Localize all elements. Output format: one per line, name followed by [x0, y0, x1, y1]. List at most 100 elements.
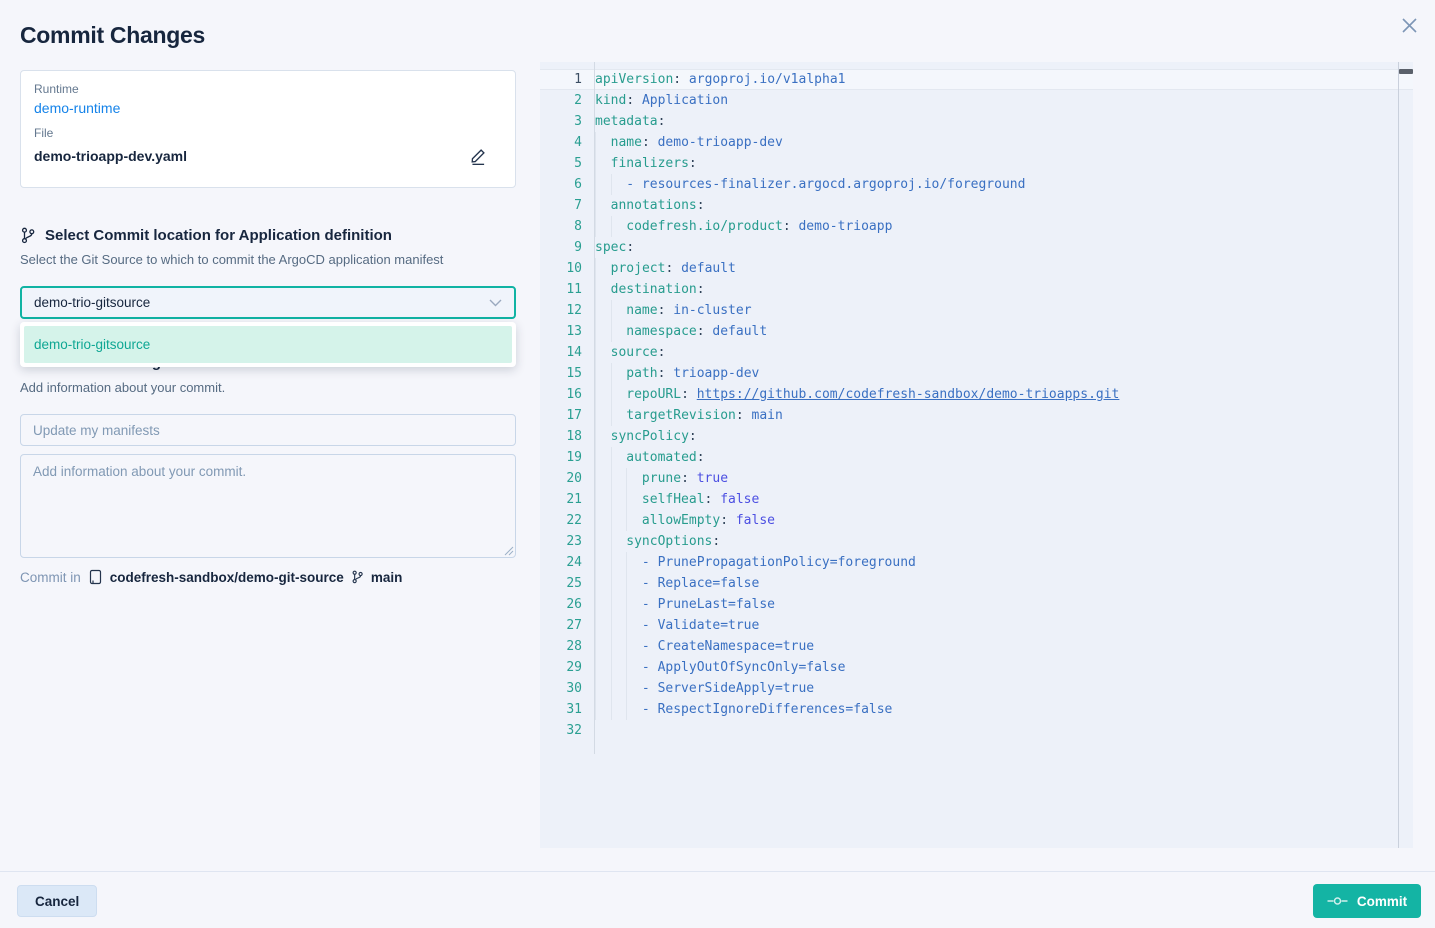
code-line[interactable]: 8codefresh.io/product: demo-trioapp	[540, 216, 1413, 237]
commit-button[interactable]: Commit	[1313, 884, 1421, 918]
code-line[interactable]: 6- resources-finalizer.argocd.argoproj.i…	[540, 174, 1413, 195]
indent-guide	[626, 636, 642, 657]
indent-guide	[626, 573, 642, 594]
indent-guide	[626, 510, 642, 531]
line-number: 31	[540, 699, 594, 720]
indent-guide	[626, 594, 642, 615]
code-line[interactable]: 20prune: true	[540, 468, 1413, 489]
line-number: 7	[540, 195, 594, 216]
code-line[interactable]: 25- Replace=false	[540, 573, 1413, 594]
commit-branch-name: main	[371, 570, 403, 585]
indent-guide	[595, 384, 611, 405]
code-line[interactable]: 18syncPolicy:	[540, 426, 1413, 447]
file-name: demo-trioapp-dev.yaml	[34, 148, 187, 164]
indent-guide	[595, 363, 611, 384]
code-lines: 1apiVersion: argoproj.io/v1alpha12kind: …	[540, 62, 1413, 741]
line-number: 8	[540, 216, 594, 237]
line-number: 25	[540, 573, 594, 594]
code-token: in-cluster	[665, 303, 751, 318]
gitsource-select[interactable]: demo-trio-gitsource	[20, 286, 516, 319]
indent-guide	[595, 573, 611, 594]
code-line[interactable]: 24- PrunePropagationPolicy=foreground	[540, 552, 1413, 573]
code-line[interactable]: 12name: in-cluster	[540, 300, 1413, 321]
yaml-editor[interactable]: 1apiVersion: argoproj.io/v1alpha12kind: …	[540, 62, 1413, 848]
indent-guide	[611, 699, 627, 720]
code-line[interactable]: 7annotations:	[540, 195, 1413, 216]
commit-target-row: Commit in codefresh-sandbox/demo-git-sou…	[20, 569, 402, 585]
indent-guide	[611, 321, 627, 342]
code-link[interactable]: https://github.com/codefresh-sandbox/dem…	[697, 387, 1120, 402]
code-line[interactable]: 3metadata:	[540, 111, 1413, 132]
code-line[interactable]: 27- Validate=true	[540, 615, 1413, 636]
code-line[interactable]: 10project: default	[540, 258, 1413, 279]
code-line[interactable]: 15path: trioapp-dev	[540, 363, 1413, 384]
code-line[interactable]: 21selfHeal: false	[540, 489, 1413, 510]
code-token: - ApplyOutOfSyncOnly=false	[642, 660, 846, 675]
edit-file-icon[interactable]	[468, 146, 488, 166]
code-line[interactable]: 29- ApplyOutOfSyncOnly=false	[540, 657, 1413, 678]
line-number: 9	[540, 237, 594, 258]
code-token: :	[697, 450, 705, 465]
code-line[interactable]: 4name: demo-trioapp-dev	[540, 132, 1413, 153]
line-number: 28	[540, 636, 594, 657]
code-line[interactable]: 30 - ServerSideApply=true	[540, 678, 1413, 699]
line-number: 30	[540, 678, 594, 699]
indent-guide	[611, 531, 627, 552]
indent-guide	[626, 615, 642, 636]
code-token: main	[744, 408, 783, 423]
code-line[interactable]: 13namespace: default	[540, 321, 1413, 342]
code-token: codefresh.io/product	[626, 219, 783, 234]
code-line[interactable]: 23syncOptions:	[540, 531, 1413, 552]
code-line[interactable]: 26- PruneLast=false	[540, 594, 1413, 615]
gitsource-options: demo-trio-gitsource	[24, 326, 512, 363]
line-number: 16	[540, 384, 594, 405]
indent-guide	[611, 489, 627, 510]
code-line[interactable]: 2kind: Application	[540, 90, 1413, 111]
gitsource-option[interactable]: demo-trio-gitsource	[24, 326, 512, 363]
code-token: :	[626, 93, 634, 108]
indent-guide	[595, 321, 611, 342]
indent-guide	[595, 216, 611, 237]
commit-summary-input[interactable]	[20, 414, 516, 446]
cancel-button[interactable]: Cancel	[17, 885, 97, 917]
code-token: :	[673, 72, 681, 87]
code-token: - ServerSideApply=true	[642, 681, 814, 696]
file-label: File	[34, 126, 502, 140]
code-line[interactable]: 5finalizers:	[540, 153, 1413, 174]
commit-description-textarea[interactable]	[20, 454, 516, 558]
code-token: metadata	[595, 114, 658, 129]
commit-message-description: Add information about your commit.	[20, 380, 225, 395]
indent-guide	[595, 279, 611, 300]
code-line[interactable]: 31 - RespectIgnoreDifferences=false	[540, 699, 1413, 720]
commit-location-heading-text: Select Commit location for Application d…	[45, 227, 392, 244]
code-token: namespace	[626, 324, 696, 339]
code-token: :	[626, 240, 634, 255]
code-line[interactable]: 32	[540, 720, 1413, 741]
code-line[interactable]: 11destination:	[540, 279, 1413, 300]
code-line[interactable]: 22allowEmpty: false	[540, 510, 1413, 531]
indent-guide	[595, 531, 611, 552]
line-number: 23	[540, 531, 594, 552]
code-token: - RespectIgnoreDifferences=false	[642, 702, 892, 717]
code-line[interactable]: 1apiVersion: argoproj.io/v1alpha1	[540, 69, 1413, 90]
scrollbar-thumb[interactable]	[1399, 69, 1413, 74]
indent-guide	[595, 153, 611, 174]
code-token: false	[712, 492, 759, 507]
code-token: :	[712, 534, 720, 549]
close-button[interactable]	[1396, 12, 1422, 38]
line-number: 17	[540, 405, 594, 426]
code-line[interactable]: 14source:	[540, 342, 1413, 363]
code-line[interactable]: 16repoURL: https://github.com/codefresh-…	[540, 384, 1413, 405]
code-token: demo-trioapp-dev	[650, 135, 783, 150]
code-token: prune	[642, 471, 681, 486]
runtime-link[interactable]: demo-runtime	[34, 100, 120, 116]
line-number: 3	[540, 111, 594, 132]
commit-location-description: Select the Git Source to which to commit…	[20, 252, 443, 267]
code-line[interactable]: 28- CreateNamespace=true	[540, 636, 1413, 657]
gitsource-dropdown: demo-trio-gitsource	[20, 322, 516, 367]
code-line[interactable]: 17targetRevision: main	[540, 405, 1413, 426]
code-token: destination	[611, 282, 697, 297]
code-token: :	[689, 429, 697, 444]
code-line[interactable]: 19automated:	[540, 447, 1413, 468]
code-line[interactable]: 9spec:	[540, 237, 1413, 258]
